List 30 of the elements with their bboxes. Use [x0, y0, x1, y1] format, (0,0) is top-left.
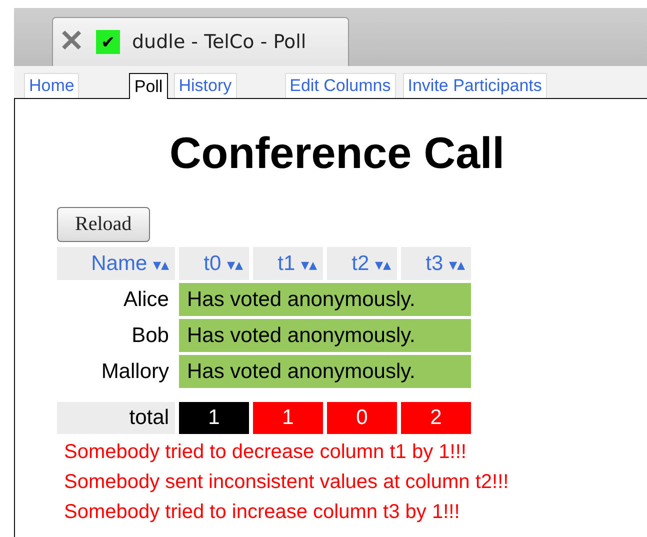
total-cell: 1	[253, 402, 323, 434]
error-message: Somebody tried to increase column t3 by 1!!!	[63, 500, 461, 525]
nav-tab[interactable]: Poll	[129, 73, 168, 99]
column-header[interactable]: t0 ▾▴	[179, 247, 249, 280]
vote-cell: Has voted anonymously.	[179, 283, 471, 316]
vote-cell: Has voted anonymously.	[179, 355, 471, 388]
vote-cell: Has voted anonymously.	[179, 319, 471, 352]
total-label: total	[57, 402, 175, 434]
tab-title: dudle - TelCo - Poll	[132, 31, 306, 53]
total-cell: 2	[401, 402, 471, 434]
close-icon[interactable]: ✕	[59, 27, 84, 57]
column-header[interactable]: Name ▾▴	[57, 247, 175, 280]
error-message: Somebody tried to decrease column t1 by 1!!!	[63, 440, 468, 465]
participant-name: Mallory	[100, 358, 170, 384]
browser-tab[interactable]: ✕ ✔ dudle - TelCo - Poll	[52, 17, 349, 66]
column-header[interactable]: t2 ▾▴	[327, 247, 397, 280]
nav-tab[interactable]: Invite Participants	[402, 73, 547, 98]
nav-tab[interactable]: Home	[24, 73, 80, 98]
column-header[interactable]: t3 ▾▴	[401, 247, 471, 280]
participant-name: Bob	[130, 322, 170, 348]
nav-tab[interactable]: Edit Columns	[284, 73, 396, 98]
total-cell: 1	[179, 402, 249, 434]
participant-name: Alice	[122, 286, 170, 312]
error-message: Somebody sent inconsistent values at column t2!!!	[63, 470, 510, 495]
page-heading: Conference Call	[168, 128, 506, 179]
nav-tab[interactable]: History	[174, 73, 237, 98]
reload-button[interactable]: Reload	[57, 207, 150, 242]
total-cell: 0	[327, 402, 397, 434]
column-header[interactable]: t1 ▾▴	[253, 247, 323, 280]
favicon-icon: ✔	[96, 30, 120, 54]
